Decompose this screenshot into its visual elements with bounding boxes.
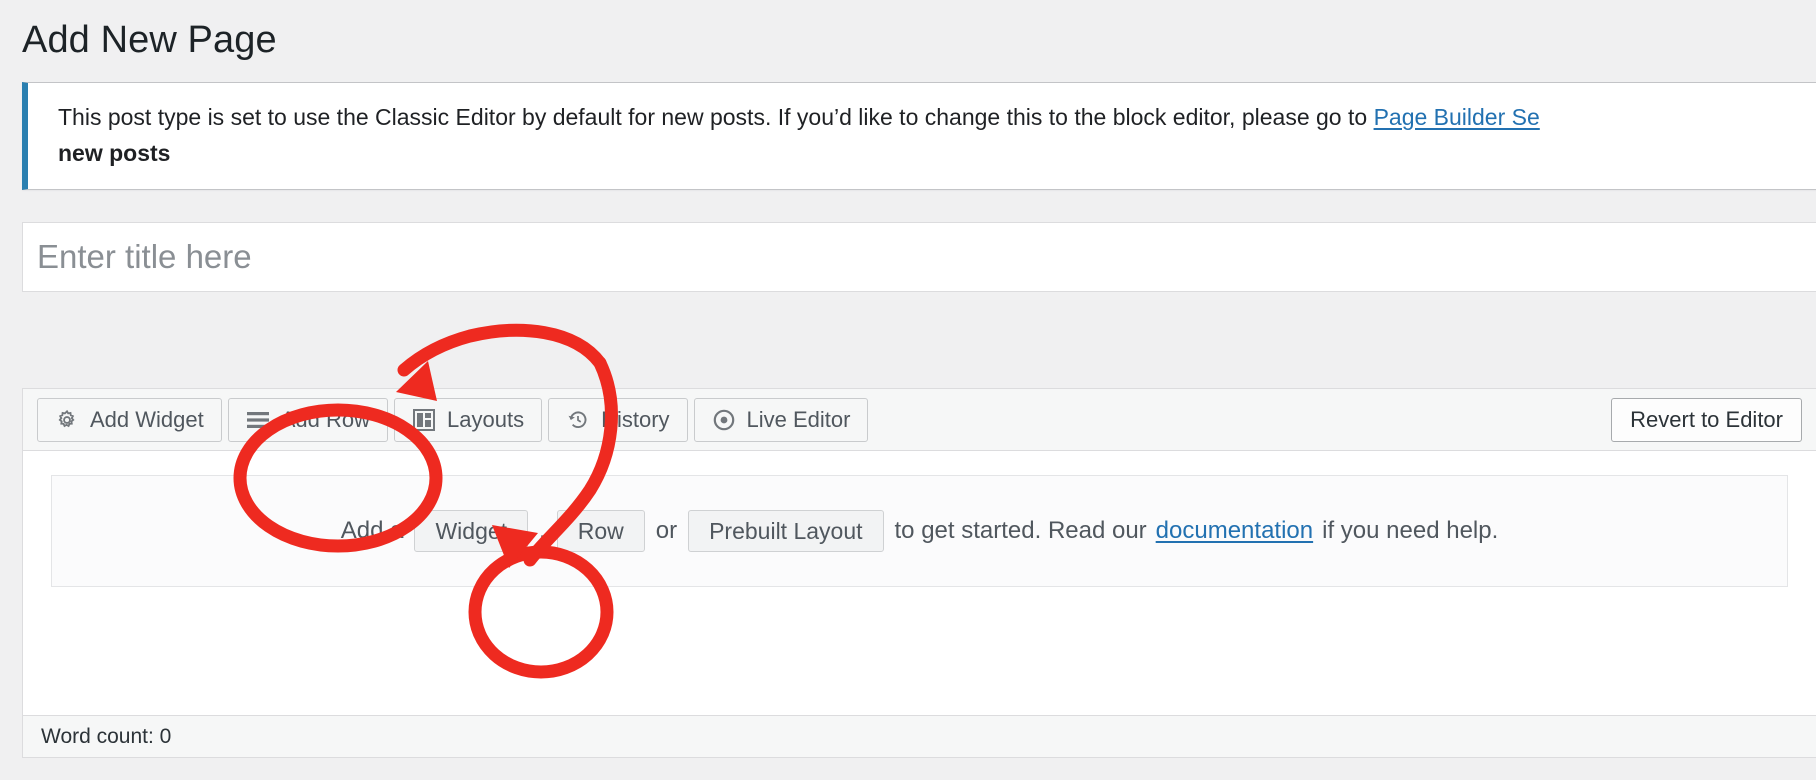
need-help-label: if you need help.: [1322, 517, 1499, 544]
page-builder-panel: Add Widget Add Row Layouts History Live …: [22, 388, 1816, 758]
notice-text-main: This post type is set to use the Classic…: [58, 104, 1374, 130]
title-field-wrapper: [22, 222, 1816, 292]
notice-text: This post type is set to use the Classic…: [28, 83, 1816, 189]
add-widget-label: Add Widget: [90, 406, 204, 432]
add-row-label: Add Row: [280, 406, 371, 432]
page-builder-toolbar: Add Widget Add Row Layouts History Live …: [23, 389, 1816, 451]
layout-grid-icon: [412, 408, 436, 432]
prebuilt-layout-chip[interactable]: Prebuilt Layout: [688, 510, 884, 552]
screen-root: Add New Page This post type is set to us…: [0, 0, 1816, 780]
classic-editor-notice: This post type is set to use the Classic…: [22, 82, 1816, 190]
get-started-label: to get started. Read our: [894, 517, 1147, 544]
history-label: History: [601, 406, 670, 432]
hamburger-rows-icon: [246, 408, 270, 432]
history-revert-icon: [566, 408, 590, 432]
gear-icon: [55, 408, 79, 432]
or-separator: or: [655, 517, 678, 544]
documentation-link[interactable]: documentation: [1156, 517, 1313, 545]
empty-state-message: Add a Widget , Row or Prebuilt Layout to…: [332, 510, 1508, 552]
empty-prefix-label: Add a: [340, 517, 404, 544]
add-row-chip[interactable]: Row: [556, 510, 645, 552]
post-title-input[interactable]: [22, 222, 1816, 292]
notice-text-bold: new posts: [58, 140, 171, 166]
live-editor-button[interactable]: Live Editor: [693, 397, 869, 442]
toolbar-right-group: Revert to Editor: [1611, 397, 1802, 442]
layouts-button[interactable]: Layouts: [394, 397, 543, 442]
layouts-label: Layouts: [447, 406, 525, 432]
page-title: Add New Page: [22, 19, 277, 61]
live-editor-label: Live Editor: [746, 406, 851, 432]
eye-icon: [712, 408, 736, 432]
comma-separator: ,: [539, 517, 546, 544]
history-button[interactable]: History: [548, 397, 688, 442]
page-builder-settings-link[interactable]: Page Builder Se: [1374, 104, 1540, 130]
add-row-button[interactable]: Add Row: [227, 397, 389, 442]
word-count-label: Word count: 0: [41, 724, 172, 748]
add-widget-button[interactable]: Add Widget: [37, 397, 222, 442]
add-widget-chip[interactable]: Widget: [414, 510, 529, 552]
empty-state-box: Add a Widget , Row or Prebuilt Layout to…: [51, 475, 1788, 587]
builder-stage: Add a Widget , Row or Prebuilt Layout to…: [23, 451, 1816, 613]
word-count-statusbar: Word count: 0: [23, 715, 1816, 757]
annotation-arrow-to-add-row: [397, 323, 607, 377]
revert-to-editor-button[interactable]: Revert to Editor: [1611, 397, 1802, 442]
toolbar-left-group: Add Widget Add Row Layouts History Live …: [37, 397, 869, 442]
